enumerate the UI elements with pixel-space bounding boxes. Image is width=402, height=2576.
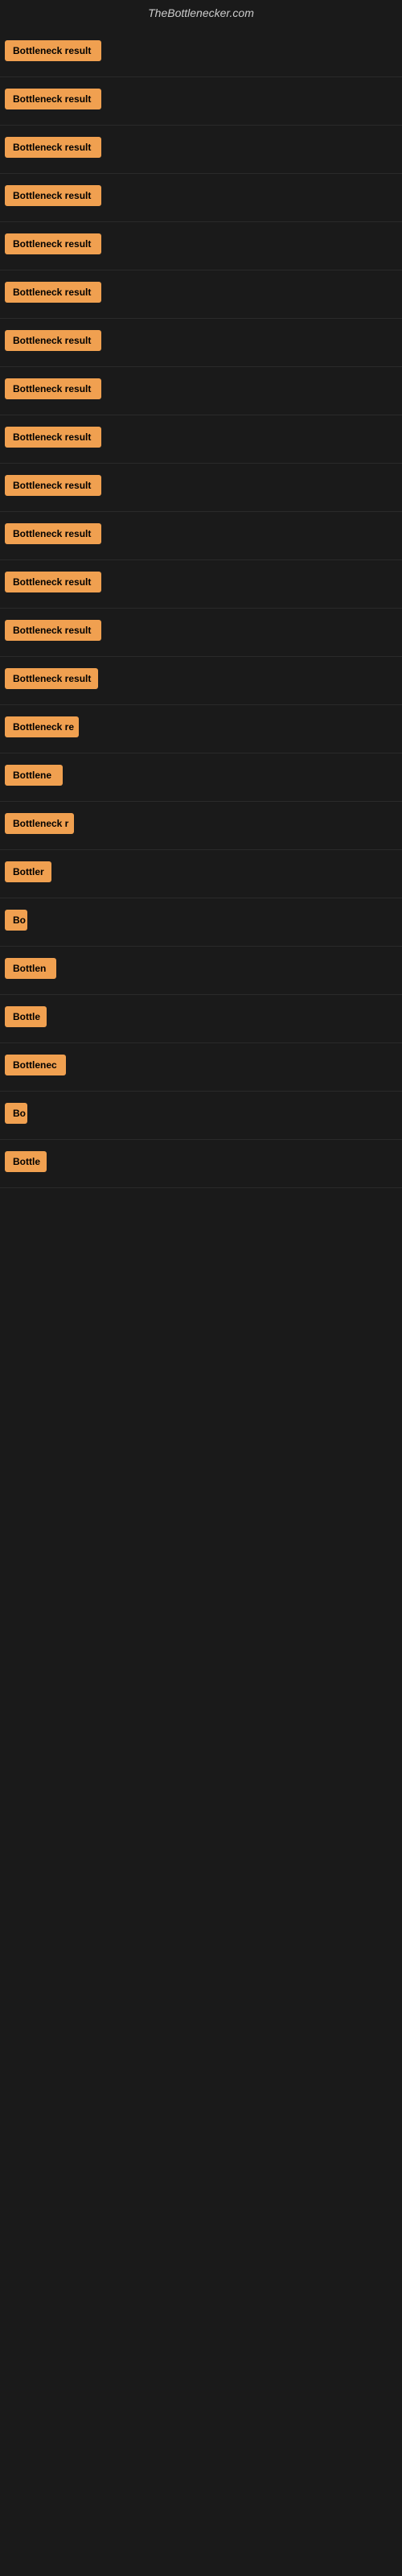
bottleneck-badge[interactable]: Bottleneck result	[5, 282, 101, 303]
list-item: Bottleneck result	[0, 77, 402, 126]
bottleneck-badge[interactable]: Bo	[5, 1103, 27, 1124]
list-item: Bottleneck re	[0, 705, 402, 753]
list-item: Bottleneck result	[0, 222, 402, 270]
bottleneck-badge[interactable]: Bottleneck result	[5, 427, 101, 448]
bottleneck-badge[interactable]: Bottleneck re	[5, 716, 79, 737]
bottleneck-badge[interactable]: Bottlen	[5, 958, 56, 979]
site-header: TheBottlenecker.com	[0, 0, 402, 26]
list-item: Bottle	[0, 1140, 402, 1188]
bottleneck-badge[interactable]: Bottle	[5, 1006, 47, 1027]
bottleneck-badge[interactable]: Bottleneck result	[5, 89, 101, 109]
list-item: Bottleneck result	[0, 560, 402, 609]
list-item: Bottlenec	[0, 1043, 402, 1092]
items-container: Bottleneck result Bottleneck result Bottle…	[0, 26, 402, 1191]
list-item: Bottleneck result	[0, 415, 402, 464]
bottleneck-badge[interactable]: Bottleneck result	[5, 620, 101, 641]
bottleneck-badge[interactable]: Bottleneck result	[5, 523, 101, 544]
bottleneck-badge[interactable]: Bottleneck result	[5, 40, 101, 61]
bottleneck-badge[interactable]: Bottleneck result	[5, 137, 101, 158]
list-item: Bottleneck result	[0, 657, 402, 705]
list-item: Bottler	[0, 850, 402, 898]
list-item: Bottleneck result	[0, 126, 402, 174]
bottleneck-badge[interactable]: Bottlene	[5, 765, 63, 786]
list-item: Bottlen	[0, 947, 402, 995]
bottleneck-badge[interactable]: Bottleneck result	[5, 668, 98, 689]
list-item: Bottleneck result	[0, 174, 402, 222]
list-item: Bo	[0, 898, 402, 947]
list-item: Bottleneck result	[0, 29, 402, 77]
list-item: Bottleneck result	[0, 609, 402, 657]
list-item: Bottle	[0, 995, 402, 1043]
list-item: Bottlene	[0, 753, 402, 802]
bottleneck-badge[interactable]: Bottleneck result	[5, 572, 101, 592]
bottleneck-badge[interactable]: Bottleneck result	[5, 233, 101, 254]
bottleneck-badge[interactable]: Bo	[5, 910, 27, 931]
bottleneck-badge[interactable]: Bottler	[5, 861, 51, 882]
bottleneck-badge[interactable]: Bottleneck result	[5, 475, 101, 496]
bottleneck-badge[interactable]: Bottleneck r	[5, 813, 74, 834]
list-item: Bo	[0, 1092, 402, 1140]
bottleneck-badge[interactable]: Bottleneck result	[5, 330, 101, 351]
bottleneck-badge[interactable]: Bottle	[5, 1151, 47, 1172]
bottleneck-badge[interactable]: Bottlenec	[5, 1055, 66, 1075]
bottleneck-badge[interactable]: Bottleneck result	[5, 378, 101, 399]
list-item: Bottleneck result	[0, 367, 402, 415]
site-title: TheBottlenecker.com	[0, 0, 402, 26]
list-item: Bottleneck result	[0, 464, 402, 512]
list-item: Bottleneck result	[0, 270, 402, 319]
list-item: Bottleneck result	[0, 319, 402, 367]
list-item: Bottleneck r	[0, 802, 402, 850]
bottleneck-badge[interactable]: Bottleneck result	[5, 185, 101, 206]
list-item: Bottleneck result	[0, 512, 402, 560]
